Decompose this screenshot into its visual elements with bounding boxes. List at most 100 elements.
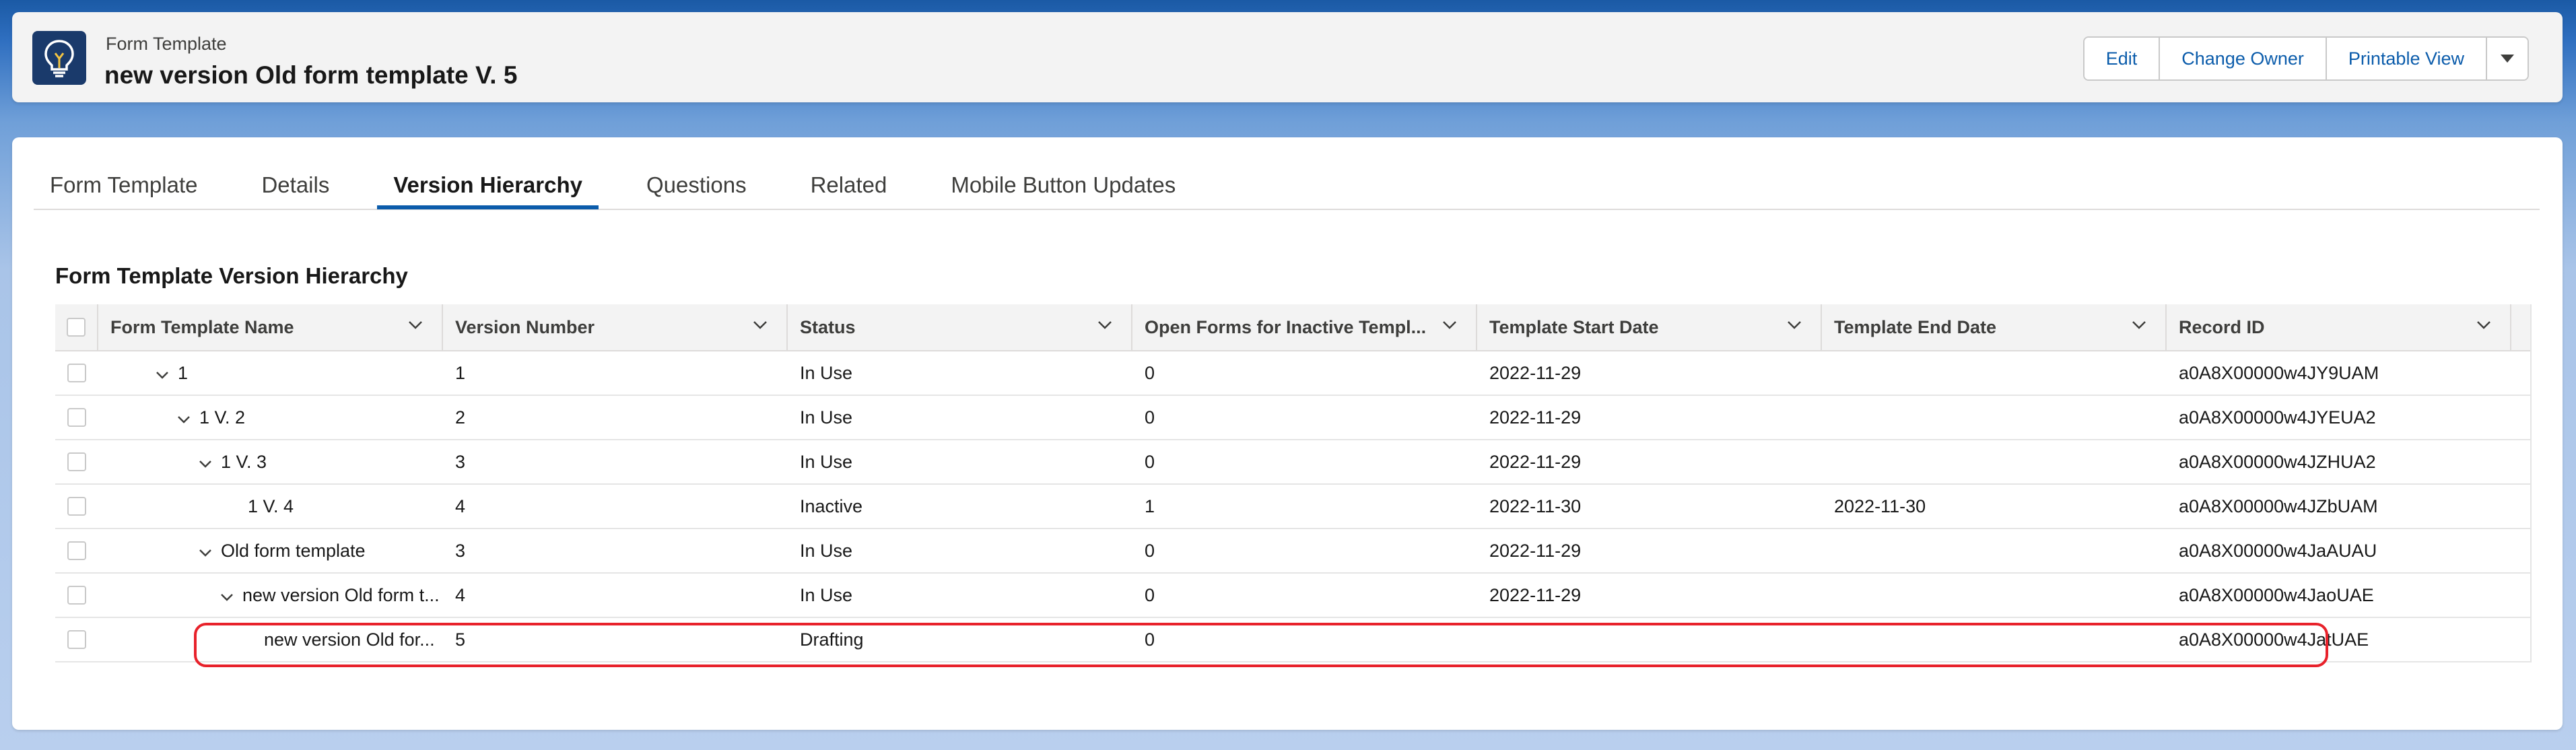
end-date-cell [1822,396,2167,439]
row-checkbox[interactable] [67,452,86,471]
row-select-cell [55,351,98,395]
version-cell: 1 [455,362,466,383]
end-date-cell [1822,351,2167,395]
template-name[interactable]: new version Old for... [264,629,435,650]
template-name[interactable]: Old form template [221,541,366,561]
template-name[interactable]: 1 [178,363,188,384]
chevron-down-icon [2501,55,2514,63]
more-actions-button[interactable] [2487,38,2528,79]
status-cell: In Use [800,451,853,472]
version-cell: 2 [455,407,466,428]
chevron-down-icon[interactable] [217,585,237,606]
status-cell: Drafting [800,629,864,650]
start-date-cell: 2022-11-29 [1489,407,1582,428]
open-forms-cell: 0 [1145,540,1155,561]
start-date-cell: 2022-11-30 [1489,496,1582,516]
row-checkbox[interactable] [67,630,86,649]
end-date-cell [1822,529,2167,572]
chevron-down-icon[interactable] [174,407,194,428]
open-forms-cell: 0 [1145,584,1155,605]
end-date-cell [1822,574,2167,617]
row-checkbox[interactable] [67,497,86,516]
version-cell: 5 [455,629,466,650]
name-cell: 1 V. 2 [98,396,443,439]
section-title: Form Template Version Hierarchy [55,263,408,288]
column-header[interactable]: Template End Date [1822,304,2167,350]
printable-view-button[interactable]: Printable View [2326,38,2487,79]
column-header-label: Status [800,316,856,337]
tab-mobile-button-updates[interactable]: Mobile Button Updates [935,166,1192,207]
table-row: Old form template 3 In Use 0 2022-11-29 a0A8X… [55,529,2530,574]
table-row: new version Old form t... 4 In Use 0 2022-11… [55,574,2530,618]
chevron-down-icon[interactable] [2476,320,2491,330]
column-header-label: Open Forms for Inactive Templ... [1145,316,1427,337]
name-cell: 1 [98,351,443,395]
record-header: Form Template new version Old form templ… [12,12,2563,102]
chevron-down-icon[interactable] [753,320,768,330]
name-cell: new version Old for... [98,618,443,661]
column-header[interactable]: Record ID [2167,304,2511,350]
chevron-down-icon[interactable] [152,363,172,384]
name-cell: 1 V. 3 [98,440,443,483]
tab-related[interactable]: Related [794,166,904,207]
tab-bar: Form Template Details Version Hierarchy … [34,166,2540,210]
tab-details[interactable]: Details [245,166,345,207]
column-header-label: Template End Date [1834,316,1997,337]
start-date-cell: 2022-11-29 [1489,540,1582,561]
row-checkbox[interactable] [67,364,86,382]
chevron-down-icon[interactable] [2132,320,2146,330]
chevron-down-icon[interactable] [408,320,423,330]
chevron-down-icon[interactable] [195,541,215,561]
name-cell: new version Old form t... [98,574,443,617]
start-date-cell: 2022-11-29 [1489,584,1582,605]
record-id-cell: a0A8X00000w4JYEUA2 [2179,407,2376,428]
edit-button[interactable]: Edit [2084,38,2161,79]
open-forms-cell: 0 [1145,362,1155,383]
open-forms-cell: 1 [1145,496,1155,516]
tab-version-hierarchy[interactable]: Version Hierarchy [377,166,599,209]
tab-form-template[interactable]: Form Template [34,166,213,207]
column-header-label: Form Template Name [110,316,294,337]
tab-questions[interactable]: Questions [630,166,763,207]
table-row: 1 1 In Use 0 2022-11-29 a0A8X00000w4JY9UAM [55,351,2530,396]
lightbulb-icon [32,31,86,85]
table-row: new version Old for... 5 Drafting 0 a0A8X000… [55,618,2530,662]
row-select-cell [55,396,98,439]
template-name[interactable]: 1 V. 4 [248,496,294,517]
status-cell: Inactive [800,496,863,516]
status-cell: In Use [800,362,853,383]
change-owner-button[interactable]: Change Owner [2160,38,2327,79]
header-actions: Edit Change Owner Printable View [2082,36,2529,81]
row-checkbox[interactable] [67,408,86,427]
template-name[interactable]: 1 V. 2 [199,407,245,428]
row-select-cell [55,574,98,617]
column-header[interactable]: Template Start Date [1477,304,1822,350]
column-header[interactable]: Status [788,304,1132,350]
template-name[interactable]: new version Old form t... [242,585,440,606]
select-all-checkbox[interactable] [67,318,86,337]
column-header[interactable]: Form Template Name [98,304,443,350]
template-name[interactable]: 1 V. 3 [221,452,267,473]
hierarchy-grid: Form Template Name Version Number Status… [55,304,2532,662]
column-header[interactable]: Version Number [443,304,788,350]
table-row: 1 V. 3 3 In Use 0 2022-11-29 a0A8X00000w4JZHU… [55,440,2530,485]
chevron-down-icon[interactable] [1787,320,1802,330]
row-select-cell [55,485,98,528]
table-row: 1 V. 4 4 Inactive 1 2022-11-30 2022-11-30 a0A8… [55,485,2530,529]
name-cell: 1 V. 4 [98,485,443,528]
end-date-cell: 2022-11-30 [1834,496,1926,516]
chevron-down-icon[interactable] [1442,320,1457,330]
end-date-cell [1822,440,2167,483]
chevron-down-icon[interactable] [1097,320,1112,330]
start-date-cell: 2022-11-29 [1489,451,1582,472]
chevron-down-icon[interactable] [195,452,215,473]
record-id-cell: a0A8X00000w4JaoUAE [2179,584,2374,605]
grid-body: 1 1 In Use 0 2022-11-29 a0A8X00000w4JY9UAM 1 V… [55,351,2530,662]
row-checkbox[interactable] [67,541,86,560]
record-title: new version Old form template V. 5 [104,61,518,89]
start-date-cell: 2022-11-29 [1489,362,1582,383]
record-id-cell: a0A8X00000w4JaAUAU [2179,540,2377,561]
column-header[interactable]: Open Forms for Inactive Templ... [1132,304,1477,350]
row-checkbox[interactable] [67,586,86,605]
select-all-cell [55,304,98,350]
